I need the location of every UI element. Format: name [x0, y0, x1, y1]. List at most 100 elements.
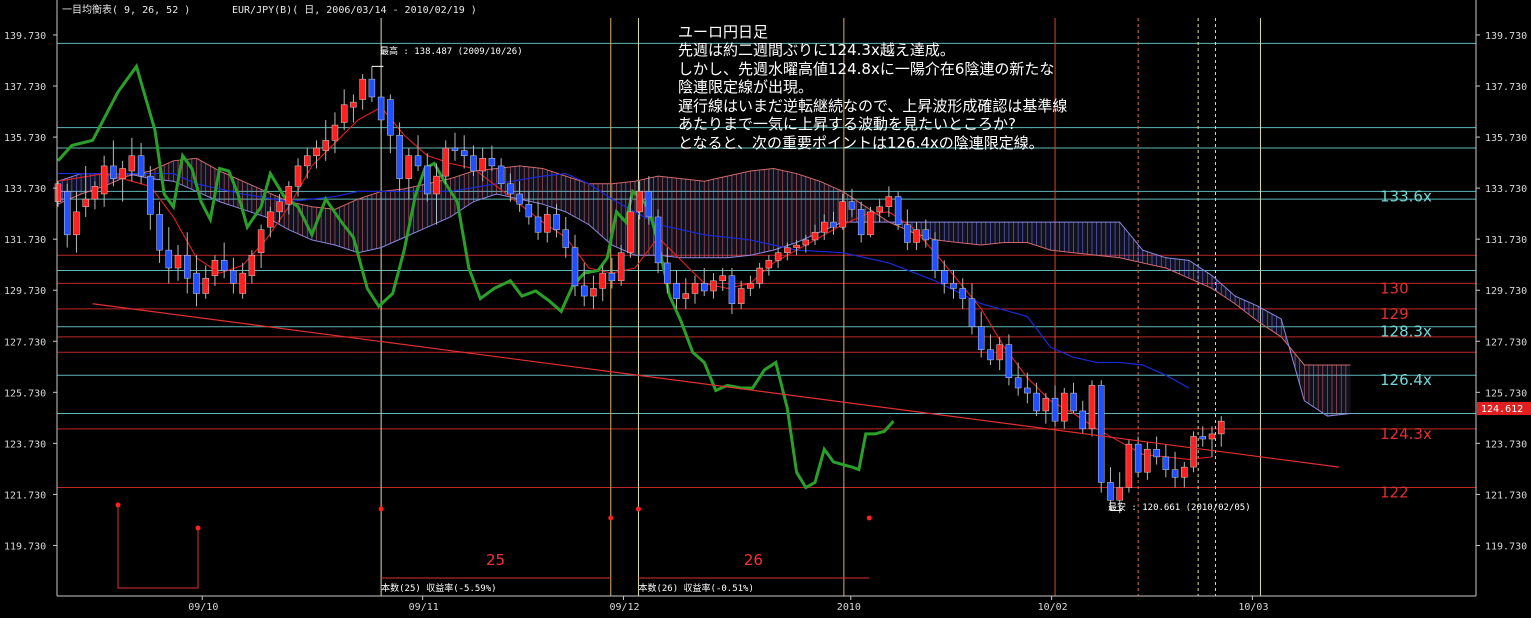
- candle-up: [590, 288, 597, 297]
- candle-down: [1162, 456, 1170, 470]
- candle-up: [257, 229, 265, 253]
- candle-down: [525, 203, 533, 218]
- candle-up: [996, 344, 1003, 361]
- comment-line-6: あたりまで一気に上昇する波動を見たいところか?: [678, 115, 1016, 133]
- y-tick-left: 137.730: [4, 82, 46, 93]
- y-tick-right: 139.730: [1485, 31, 1527, 42]
- last-price-value: 124.612: [1481, 404, 1523, 415]
- candle-up: [405, 155, 413, 179]
- x-tick-label: 09/12: [609, 602, 639, 613]
- candle-up: [867, 211, 874, 236]
- price-level-label: 124.3x: [1380, 425, 1432, 443]
- candle-down: [1097, 385, 1105, 483]
- candle-down: [377, 96, 385, 121]
- candle-down: [987, 349, 994, 361]
- candle-down: [1070, 392, 1077, 412]
- x-tick-label: 10/02: [1038, 602, 1068, 613]
- candle-down: [728, 275, 736, 304]
- candle-down: [645, 191, 653, 218]
- count-number: 25: [486, 551, 505, 569]
- price-level-label: 129: [1380, 305, 1409, 323]
- candle-down: [414, 155, 422, 167]
- candle-down: [137, 155, 145, 177]
- comment-line-5: 遅行線はいまだ逆転継続なので、上昇波形成確認は基準線: [678, 97, 1067, 115]
- candle-down: [147, 175, 154, 215]
- candle-up: [737, 288, 745, 304]
- candle-up: [1125, 443, 1133, 488]
- candle-down: [894, 196, 902, 225]
- candle-down: [1153, 448, 1160, 458]
- y-tick-right: 133.730: [1485, 184, 1527, 195]
- price-level-label: 128.3x: [1380, 323, 1432, 341]
- candle-down: [1134, 443, 1142, 473]
- candle-down: [1199, 436, 1207, 440]
- candle-down: [460, 150, 468, 156]
- candle-down: [857, 209, 865, 236]
- candle-down: [534, 216, 542, 233]
- candle-down: [1107, 482, 1114, 501]
- candle-up: [839, 201, 846, 228]
- y-tick-left: 123.730: [4, 439, 46, 450]
- candle-up: [1181, 466, 1188, 478]
- x-tick-label: 09/10: [188, 602, 218, 613]
- candle-down: [654, 216, 662, 264]
- candle-up: [174, 254, 182, 269]
- candle-up: [885, 196, 893, 207]
- candle-up: [304, 155, 311, 167]
- candle-up: [433, 175, 440, 195]
- candle-down: [63, 191, 71, 236]
- comment-line-3: しかし、先週水曜高値124.8xに一陽介在6陰連の新たな: [678, 60, 1054, 78]
- ichimoku-chart: 133.6x 130 129128.3x 126.4x 124.3x 122 25 本数(2…: [0, 0, 1531, 618]
- candle-up: [913, 229, 920, 243]
- y-tick-right: 119.730: [1485, 541, 1527, 552]
- candle-up: [710, 280, 717, 292]
- max-price-label: 最高 : 138.487 (2009/10/26): [380, 45, 523, 57]
- y-tick-right: 123.730: [1485, 439, 1527, 450]
- candle-up: [1217, 420, 1225, 435]
- y-tick-left: 129.730: [4, 286, 46, 297]
- candle-up: [276, 201, 283, 213]
- candle-up: [636, 191, 643, 213]
- candle-up: [313, 147, 320, 156]
- candle-up: [1116, 487, 1123, 501]
- candle-up: [811, 232, 819, 241]
- candle-down: [571, 247, 579, 287]
- candle-up: [682, 293, 690, 299]
- candle-down: [830, 221, 837, 228]
- candle-up: [876, 206, 883, 213]
- count-summary: 本数(25) 収益率(-5.59%): [381, 582, 496, 594]
- candle-down: [1005, 344, 1013, 379]
- candle-up: [1208, 433, 1216, 440]
- y-tick-right: 127.730: [1485, 337, 1527, 348]
- candle-up: [119, 168, 126, 179]
- candle-up: [442, 147, 449, 177]
- candle-down: [165, 249, 173, 269]
- min-price-label: 最安 : 120.661 (2010/02/05): [1108, 501, 1251, 513]
- candle-up: [479, 158, 486, 172]
- candle-up: [73, 211, 80, 236]
- count-dot: [635, 506, 641, 512]
- candle-down: [941, 270, 948, 284]
- x-tick-label: 2010: [837, 602, 861, 613]
- count-summary: 本数(26) 収益率(-0.51%): [638, 582, 753, 594]
- candle-down: [580, 285, 588, 297]
- count-dot: [608, 515, 614, 521]
- candle-up: [239, 272, 246, 294]
- candle-down: [156, 214, 163, 251]
- candle-up: [691, 283, 699, 294]
- candle-down: [1033, 392, 1040, 412]
- candle-up: [211, 260, 219, 276]
- candle-down: [516, 193, 523, 205]
- candle-down: [1014, 377, 1022, 389]
- candle-down: [1079, 410, 1087, 430]
- candle-down: [904, 224, 911, 243]
- candle-down: [507, 183, 514, 195]
- candle-up: [350, 101, 357, 108]
- candle-down: [922, 229, 930, 241]
- y-tick-left: 139.730: [4, 31, 46, 42]
- candle-down: [488, 158, 496, 167]
- candle-up: [322, 140, 329, 151]
- y-tick-right: 137.730: [1485, 82, 1527, 93]
- y-tick-left: 135.730: [4, 133, 46, 144]
- candle-up: [340, 104, 348, 123]
